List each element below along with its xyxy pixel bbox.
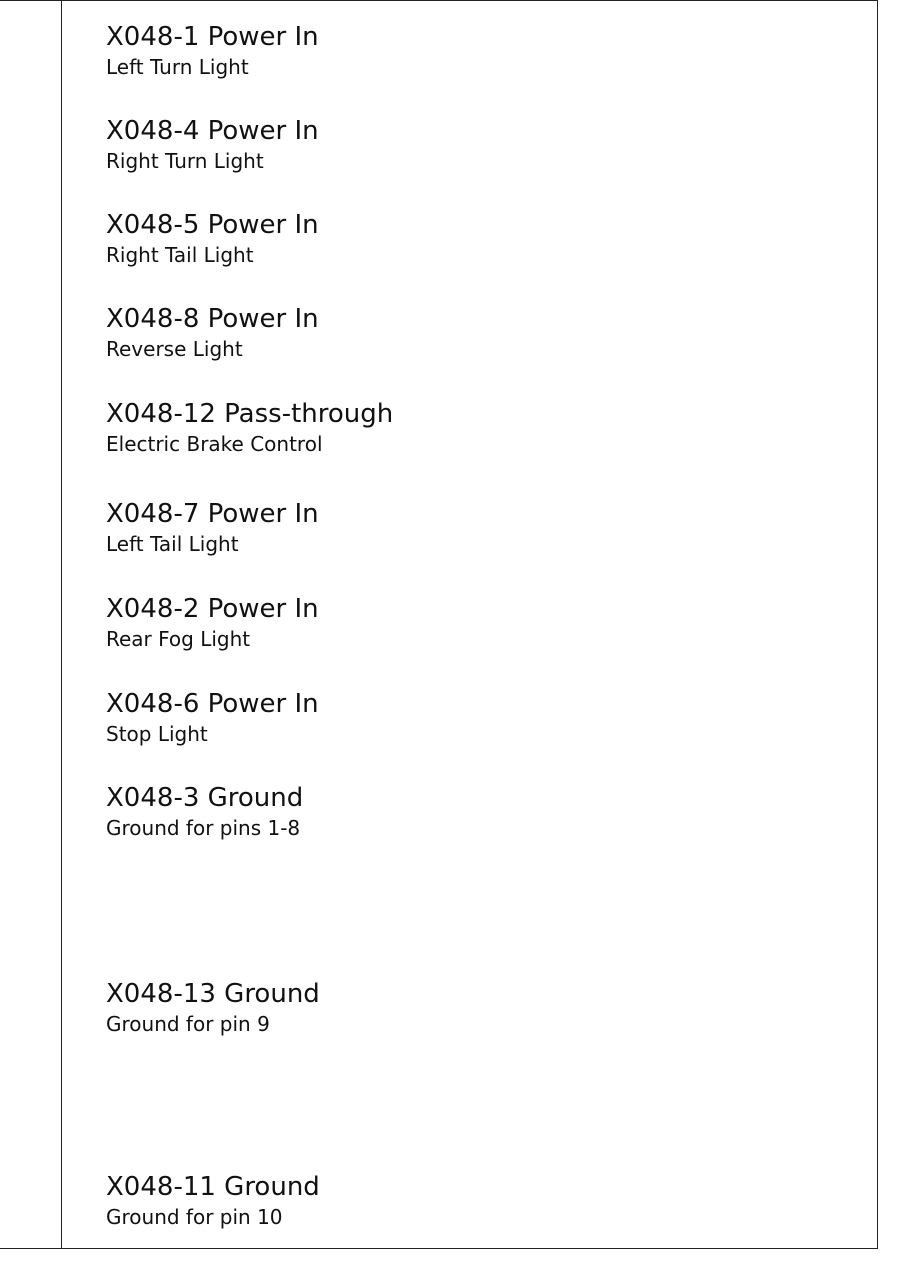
pin-description: Ground for pin 9 [106,1012,270,1036]
pin-title: X048-2 Power In [106,594,319,624]
pin-entry: X048-12 Pass-through Electric Brake Cont… [106,398,846,458]
pin-entry: X048-5 Power In Right Tail Light [106,209,846,269]
pin-entry: X048-7 Power In Left Tail Light [106,498,846,558]
pin-description: Rear Fog Light [106,627,251,651]
pin-title: X048-8 Power In [106,304,319,334]
pin-entry: X048-1 Power In Left Turn Light [106,21,846,81]
pin-description: Ground for pins 1-8 [106,816,301,840]
column-divider [61,1,62,1248]
pin-title: X048-3 Ground [106,783,304,813]
pin-description: Right Tail Light [106,243,254,267]
pin-description: Right Turn Light [106,149,264,173]
pin-entry: X048-3 Ground Ground for pins 1-8 [106,782,846,842]
pin-description: Stop Light [106,722,208,746]
pin-description: Ground for pin 10 [106,1205,283,1229]
pin-title: X048-6 Power In [106,689,319,719]
pin-entry: X048-4 Power In Right Turn Light [106,115,846,175]
pin-entry: X048-6 Power In Stop Light [106,688,846,748]
pin-title: X048-11 Ground [106,1172,320,1202]
pin-entry: X048-2 Power In Rear Fog Light [106,593,846,653]
pin-description: Left Tail Light [106,532,239,556]
pin-table: X048-1 Power In Left Turn Light X048-4 P… [0,0,878,1249]
pin-description: Reverse Light [106,337,243,361]
pin-title: X048-12 Pass-through [106,399,394,429]
pin-description: Electric Brake Control [106,432,323,456]
pin-entry: X048-13 Ground Ground for pin 9 [106,978,846,1038]
pin-title: X048-4 Power In [106,116,319,146]
pin-title: X048-13 Ground [106,979,320,1009]
pin-title: X048-1 Power In [106,22,319,52]
pin-entry: X048-8 Power In Reverse Light [106,303,846,363]
pin-title: X048-7 Power In [106,499,319,529]
pin-entry: X048-11 Ground Ground for pin 10 [106,1171,846,1231]
pin-title: X048-5 Power In [106,210,319,240]
pin-description: Left Turn Light [106,55,249,79]
